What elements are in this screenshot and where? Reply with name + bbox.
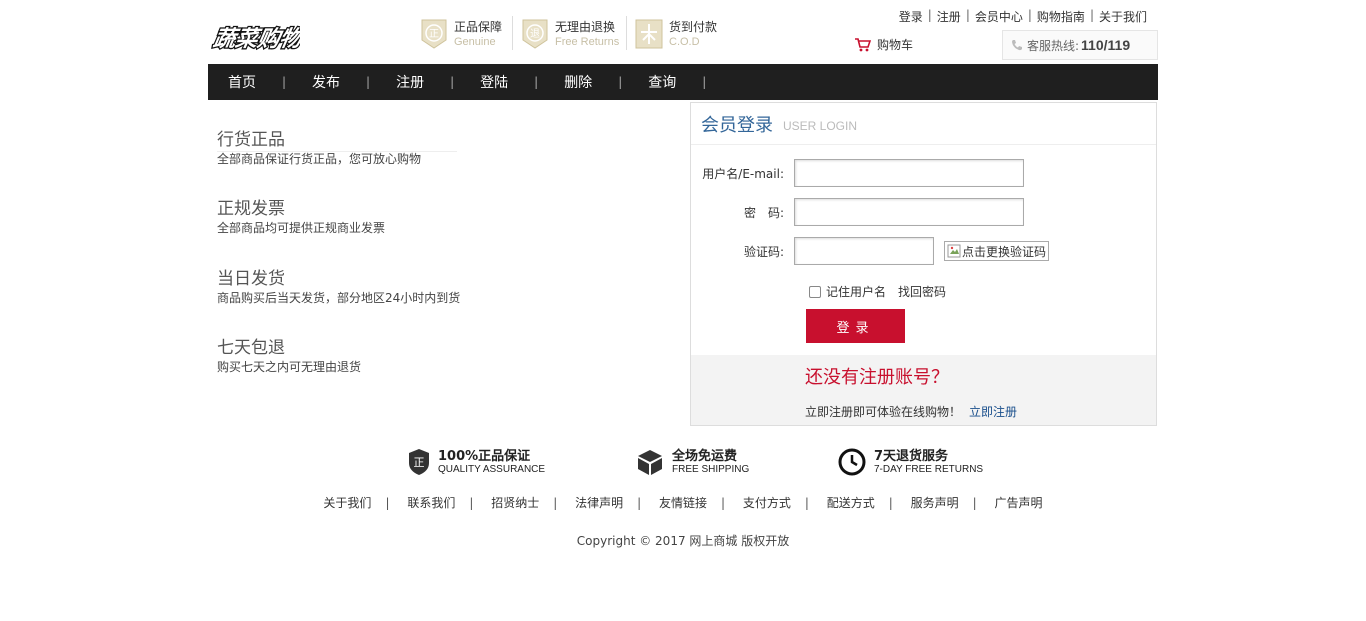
password-input[interactable] bbox=[794, 198, 1024, 226]
login-header: 会员登录 USER LOGIN bbox=[691, 103, 1156, 145]
feature-title: 七天包退 bbox=[217, 338, 285, 358]
hotline-label: 客服热线: bbox=[1027, 38, 1080, 53]
no-account-text: 还没有注册账号？ bbox=[805, 367, 949, 388]
promise-title: 无理由退换 bbox=[555, 20, 616, 34]
seal-cod-icon bbox=[635, 19, 663, 49]
login-title-en: USER LOGIN bbox=[783, 118, 858, 133]
promise-returns: 退 无理由退换 Free Returns bbox=[521, 16, 619, 52]
footer-links: 关于我们 | 联系我们 | 招贤纳士 | 法律声明 | 友情链接 | 支付方式 | 配送方式… bbox=[323, 496, 1043, 510]
footer-link-payment[interactable]: 支付方式 bbox=[743, 496, 791, 510]
captcha-row: 验证码: 点击更换验证码 bbox=[691, 237, 1050, 265]
feature-seven-day: 七天包退 购买七天之内可无理由退货 bbox=[217, 337, 361, 375]
nav-item-delete[interactable]: 删除 bbox=[564, 72, 592, 92]
login-button[interactable]: 登录 bbox=[806, 309, 905, 343]
register-tip: 立即注册即可体验在线购物！ 立即注册 bbox=[805, 403, 1017, 420]
svg-text:正: 正 bbox=[414, 456, 425, 469]
remember-label[interactable]: 记住用户名 bbox=[826, 283, 886, 300]
site-logo[interactable]: 蔬菜购物 bbox=[210, 14, 300, 56]
register-prompt: 还没有注册账号？ 立即注册即可体验在线购物！ 立即注册 bbox=[691, 355, 1156, 425]
top-link-shopping-guide[interactable]: 购物指南 bbox=[1032, 8, 1090, 25]
forgot-password-link[interactable]: 找回密码 bbox=[898, 283, 946, 300]
broken-image-icon bbox=[947, 244, 961, 258]
promise-genuine: 正 正品保障 Genuine bbox=[420, 16, 502, 52]
svg-text:蔬菜购物: 蔬菜购物 bbox=[211, 26, 300, 52]
footer-link-delivery[interactable]: 配送方式 bbox=[827, 496, 875, 510]
register-now-link[interactable]: 立即注册 bbox=[969, 405, 1017, 419]
box-icon bbox=[638, 450, 662, 475]
phone-icon bbox=[1012, 40, 1022, 51]
svg-text:退: 退 bbox=[530, 28, 540, 40]
nav-item-publish[interactable]: 发布 bbox=[312, 72, 340, 92]
seal-zheng-icon: 正 bbox=[421, 19, 447, 49]
captcha-label: 验证码: bbox=[743, 244, 784, 259]
top-link-member-center[interactable]: 会员中心 bbox=[970, 8, 1028, 25]
svg-text:正: 正 bbox=[429, 29, 439, 40]
promise-cod: 货到付款 C.O.D bbox=[635, 16, 717, 52]
register-tip-text: 立即注册即可体验在线购物！ bbox=[805, 405, 962, 419]
feature-desc: 全部商品均可提供正规商业发票 bbox=[217, 221, 386, 235]
top-link-register[interactable]: 注册 bbox=[932, 8, 966, 25]
promise-subtitle: Free Returns bbox=[555, 36, 620, 48]
feature-desc: 商品购买后当天发货，部分地区24小时内到货 bbox=[217, 291, 461, 305]
login-title: 会员登录 bbox=[701, 114, 773, 136]
service-subtitle: QUALITY ASSURANCE bbox=[438, 463, 546, 475]
password-label: 密 码: bbox=[743, 205, 784, 220]
nav-item-query[interactable]: 查询 bbox=[648, 72, 676, 92]
service-quality: 正 100%正品保证 QUALITY ASSURANCE bbox=[408, 448, 545, 476]
username-label: 用户名/E-mail: bbox=[702, 166, 784, 181]
service-subtitle: FREE SHIPPING bbox=[672, 463, 750, 475]
promise-subtitle: C.O.D bbox=[669, 36, 700, 48]
username-row: 用户名/E-mail: bbox=[691, 159, 1024, 187]
promise-title: 货到付款 bbox=[669, 20, 718, 34]
service-title: 100%正品保证 bbox=[438, 448, 531, 464]
shield-zheng-icon: 正 bbox=[409, 449, 429, 475]
cart-icon bbox=[855, 38, 871, 52]
footer-link-legal[interactable]: 法律声明 bbox=[575, 496, 623, 510]
footer-link-about[interactable]: 关于我们 bbox=[323, 496, 371, 510]
nav-item-home[interactable]: 首页 bbox=[228, 72, 256, 92]
login-panel: 会员登录 USER LOGIN 用户名/E-mail: 密 码: 验证码: 点击… bbox=[690, 102, 1157, 426]
remember-checkbox[interactable] bbox=[809, 285, 821, 298]
remember-row: 记住用户名 找回密码 bbox=[809, 283, 946, 300]
promise-title: 正品保障 bbox=[454, 20, 503, 34]
nav-item-register[interactable]: 注册 bbox=[396, 72, 424, 92]
top-links: 登录 | 注册 | 会员中心 | 购物指南 | 关于我们 bbox=[894, 8, 1152, 25]
service-shipping: 全场免运费 FREE SHIPPING bbox=[636, 448, 749, 476]
top-link-login[interactable]: 登录 bbox=[894, 8, 928, 25]
feature-same-day: 当日发货 商品购买后当天发货，部分地区24小时内到货 bbox=[217, 268, 460, 306]
service-subtitle: 7-DAY FREE RETURNS bbox=[874, 463, 984, 475]
feature-genuine: 行货正品 全部商品保证行货正品，您可放心购物 bbox=[217, 129, 457, 167]
footer-link-careers[interactable]: 招贤纳士 bbox=[491, 496, 539, 510]
promise-subtitle: Genuine bbox=[454, 36, 496, 48]
username-input[interactable] bbox=[794, 159, 1024, 187]
feature-title: 正规发票 bbox=[217, 199, 285, 219]
main-nav: 首页 | 发布 | 注册 | 登陆 | 删除 | 查询 | bbox=[208, 64, 1158, 100]
footer-link-friends[interactable]: 友情链接 bbox=[659, 496, 707, 510]
footer-link-ads[interactable]: 广告声明 bbox=[995, 496, 1043, 510]
service-returns: 7天退货服务 7-DAY FREE RETURNS bbox=[838, 448, 983, 476]
captcha-image-alt: 点击更换验证码 bbox=[962, 244, 1047, 259]
feature-title: 行货正品 bbox=[217, 130, 285, 150]
footer-link-contact[interactable]: 联系我们 bbox=[407, 496, 455, 510]
footer-link-service[interactable]: 服务声明 bbox=[911, 496, 959, 510]
service-title: 7天退货服务 bbox=[874, 448, 949, 464]
captcha-image[interactable]: 点击更换验证码 bbox=[944, 241, 1050, 261]
service-title: 全场免运费 bbox=[672, 448, 738, 464]
password-row: 密 码: bbox=[691, 198, 1024, 226]
nav-item-login[interactable]: 登陆 bbox=[480, 72, 508, 92]
captcha-input[interactable] bbox=[794, 237, 934, 265]
seal-tui-icon: 退 bbox=[522, 19, 548, 49]
feature-desc: 全部商品保证行货正品，您可放心购物 bbox=[217, 152, 422, 166]
hotline-number: 110/119 bbox=[1081, 37, 1131, 53]
copyright: Copyright © 2017 网上商城 版权开放 bbox=[576, 534, 790, 548]
top-link-about[interactable]: 关于我们 bbox=[1094, 8, 1152, 25]
feature-title: 当日发货 bbox=[217, 269, 285, 289]
feature-desc: 购买七天之内可无理由退货 bbox=[217, 360, 362, 374]
feature-invoice: 正规发票 全部商品均可提供正规商业发票 bbox=[217, 198, 385, 236]
cart-link[interactable]: 购物车 bbox=[854, 36, 913, 53]
clock-icon bbox=[838, 448, 866, 476]
cart-label: 购物车 bbox=[877, 38, 914, 52]
hotline-box: 客服热线: 110/119 bbox=[1002, 30, 1158, 60]
